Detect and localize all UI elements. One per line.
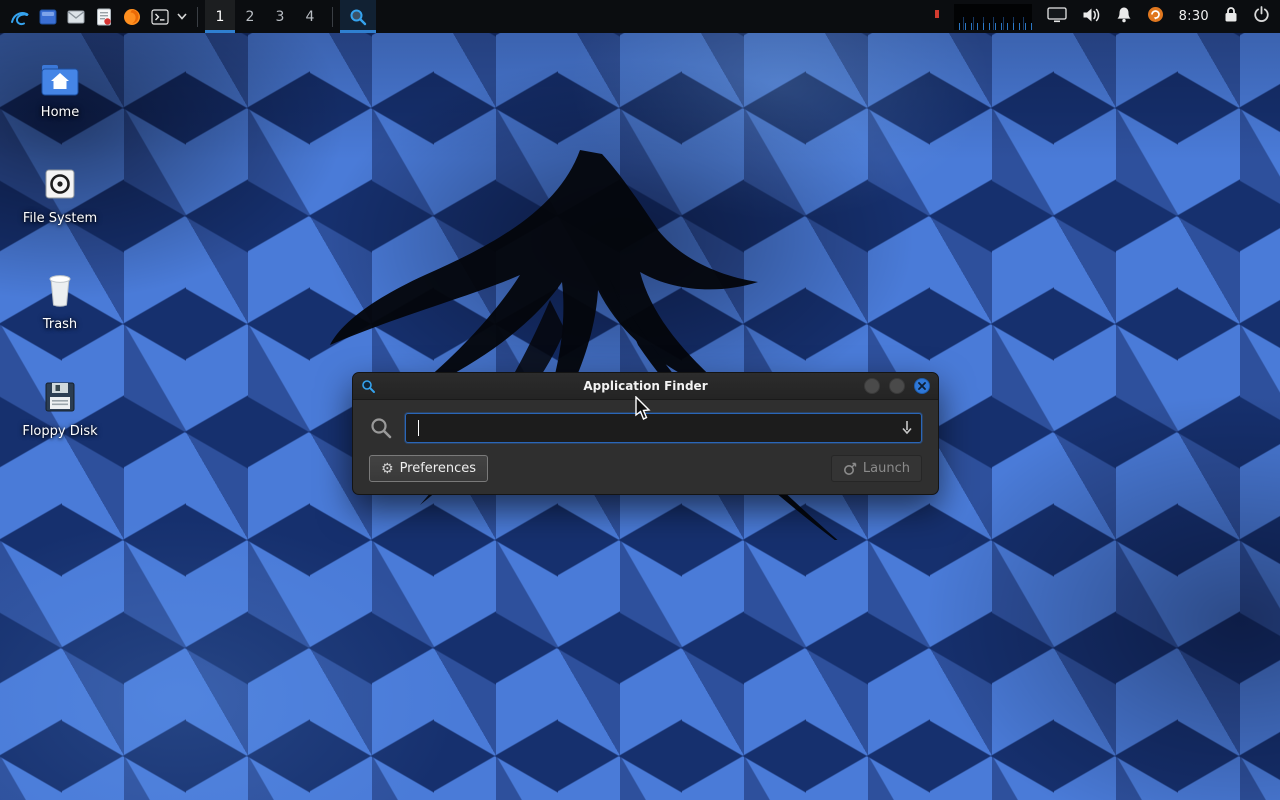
home-folder-icon <box>41 64 79 96</box>
window-title: Application Finder <box>353 379 938 393</box>
updates-tray-button[interactable] <box>1147 6 1164 27</box>
lock-icon <box>1224 6 1238 23</box>
desktop-icon-label: Trash <box>12 317 108 332</box>
window-titlebar[interactable]: Application Finder <box>353 373 938 400</box>
display-icon <box>1047 7 1067 23</box>
workspace-3-label: 3 <box>276 9 285 25</box>
preferences-button-label: Preferences <box>400 461 476 476</box>
window-titlebar-icon <box>361 379 376 394</box>
launch-icon <box>843 462 857 476</box>
file-manager-launcher[interactable] <box>34 0 62 33</box>
desktop-icon-home[interactable]: Home <box>12 58 108 120</box>
desktop-icon-floppy[interactable]: Floppy Disk <box>12 377 108 439</box>
launch-button[interactable]: Launch <box>831 455 922 482</box>
system-monitor-graph[interactable] <box>954 4 1032 30</box>
workspace-1[interactable]: 1 <box>205 0 235 33</box>
desktop-icon-label: File System <box>12 211 108 226</box>
mail-launcher[interactable] <box>62 0 90 33</box>
volume-icon <box>1082 7 1101 23</box>
file-manager-icon <box>38 7 58 27</box>
launch-button-label: Launch <box>863 461 910 476</box>
terminal-dropdown-button[interactable] <box>174 0 190 33</box>
floppy-disk-icon <box>42 379 78 415</box>
workspace-1-label: 1 <box>216 9 225 25</box>
preferences-button[interactable]: ⚙ Preferences <box>369 455 488 482</box>
lock-tray-button[interactable] <box>1224 6 1238 27</box>
bell-icon <box>1116 6 1132 23</box>
kali-logo-icon <box>9 6 31 28</box>
gear-icon: ⚙ <box>381 462 394 476</box>
terminal-launcher[interactable] <box>146 0 174 33</box>
alert-indicator <box>935 10 939 18</box>
chevron-down-icon <box>177 13 187 20</box>
top-panel: 1 2 3 4 <box>0 0 1280 33</box>
minimize-button[interactable] <box>864 378 880 394</box>
desktop-icon-label: Home <box>12 105 108 120</box>
desktop-icon-label: Floppy Disk <box>12 424 108 439</box>
entry-dropdown-arrow-icon[interactable] <box>900 420 914 435</box>
workspace-2[interactable]: 2 <box>235 0 265 33</box>
search-input[interactable] <box>405 413 922 443</box>
window-controls <box>864 378 930 394</box>
trash-icon <box>44 270 76 308</box>
application-finder-icon <box>349 8 367 26</box>
panel-separator <box>332 7 333 27</box>
firefox-launcher[interactable] <box>118 0 146 33</box>
workspace-3[interactable]: 3 <box>265 0 295 33</box>
power-icon <box>1253 6 1270 23</box>
desktop-icon-filesystem[interactable]: File System <box>12 164 108 226</box>
firefox-icon <box>122 7 142 27</box>
taskbar-application-finder[interactable] <box>340 0 376 33</box>
desktop-icon-trash[interactable]: Trash <box>12 270 108 332</box>
close-icon <box>918 382 926 390</box>
text-caret <box>418 420 419 436</box>
terminal-icon <box>150 7 170 27</box>
text-editor-icon <box>94 7 114 27</box>
display-tray-button[interactable] <box>1047 7 1067 27</box>
filesystem-drive-icon <box>42 166 78 202</box>
workspace-4[interactable]: 4 <box>295 0 325 33</box>
search-icon <box>369 416 393 440</box>
workspace-4-label: 4 <box>306 9 315 25</box>
maximize-button[interactable] <box>889 378 905 394</box>
panel-tray: 8:30 <box>935 4 1274 30</box>
close-button[interactable] <box>914 378 930 394</box>
volume-tray-button[interactable] <box>1082 7 1101 27</box>
panel-separator <box>197 7 198 27</box>
text-editor-launcher[interactable] <box>90 0 118 33</box>
workspace-2-label: 2 <box>246 9 255 25</box>
mail-icon <box>66 7 86 27</box>
power-tray-button[interactable] <box>1253 6 1270 27</box>
kali-menu-button[interactable] <box>6 0 34 33</box>
notifications-tray-button[interactable] <box>1116 6 1132 27</box>
application-finder-window: Application Finder <box>352 372 939 495</box>
window-body: ⚙ Preferences Launch <box>353 400 938 494</box>
panel-clock[interactable]: 8:30 <box>1179 9 1209 24</box>
updates-icon <box>1147 6 1164 23</box>
